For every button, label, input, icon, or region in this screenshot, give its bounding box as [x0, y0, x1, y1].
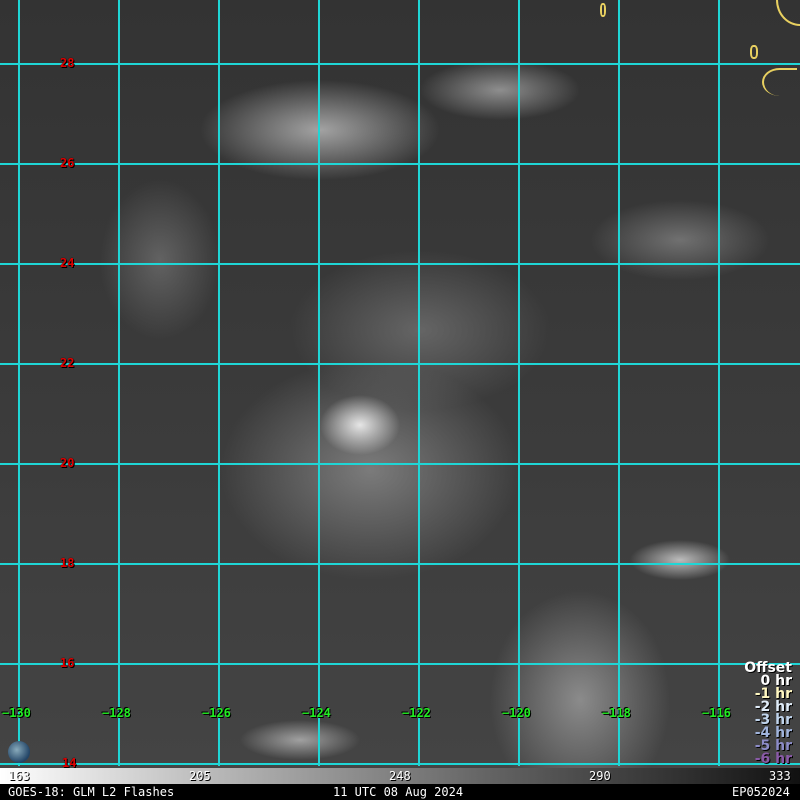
storm-id: EP052024	[732, 785, 790, 799]
latitude-line	[0, 63, 800, 65]
longitude-line	[218, 0, 220, 766]
colorbar-tick: 248	[389, 769, 411, 783]
colorbar-tick: 290	[589, 769, 611, 783]
product-label: GOES-18: GLM L2 Flashes	[8, 785, 175, 799]
longitude-line	[118, 0, 120, 766]
latitude-line	[0, 663, 800, 665]
footer-bar: GOES-18: GLM L2 Flashes 11 UTC 08 Aug 20…	[0, 784, 800, 800]
latitude-line	[0, 363, 800, 365]
legend-item: -6 hr	[754, 751, 792, 767]
latitude-line	[0, 763, 800, 765]
longitude-line	[418, 0, 420, 766]
latitude-label: 16	[60, 656, 75, 670]
coastline	[600, 3, 606, 17]
latitude-line	[0, 563, 800, 565]
globe-icon	[8, 741, 30, 763]
longitude-label: −126	[202, 706, 231, 720]
latitude-label: 18	[60, 556, 75, 570]
longitude-label: −130	[2, 706, 31, 720]
latitude-label: 20	[60, 456, 75, 470]
latitude-label: 28	[60, 56, 75, 70]
latitude-label: 24	[60, 256, 75, 270]
longitude-label: −118	[602, 706, 631, 720]
latitude-line	[0, 263, 800, 265]
cira-logo	[5, 738, 73, 764]
longitude-line	[318, 0, 320, 766]
longitude-line	[618, 0, 620, 766]
longitude-label: −120	[502, 706, 531, 720]
longitude-label: −116	[702, 706, 731, 720]
longitude-line	[718, 0, 720, 766]
longitude-label: −122	[402, 706, 431, 720]
coastline	[750, 45, 758, 59]
latitude-label: 26	[60, 156, 75, 170]
timestamp: 11 UTC 08 Aug 2024	[333, 785, 464, 799]
latitude-line	[0, 463, 800, 465]
longitude-line	[18, 0, 20, 766]
longitude-label: −128	[102, 706, 131, 720]
longitude-line	[518, 0, 520, 766]
colorbar-tick: 205	[189, 769, 211, 783]
longitude-label: −124	[302, 706, 331, 720]
colorbar-tick: 333	[769, 769, 791, 783]
latitude-line	[0, 163, 800, 165]
satellite-viewer: 28 −130 26 −128 24 −126 22 −124 20 −122 18 −120 16 −1…	[0, 0, 800, 800]
colorbar-tick: 163	[8, 769, 30, 783]
satellite-image: 28 −130 26 −128 24 −126 22 −124 20 −122 18 −120 16 −1…	[0, 0, 800, 768]
coastline	[776, 0, 800, 26]
colorbar: 163 205 248 290 333	[0, 768, 800, 784]
latitude-label: 22	[60, 356, 75, 370]
coastline	[762, 68, 797, 96]
offset-legend: Offset 0 hr -1 hr -2 hr -3 hr -4 hr -5 hr -6 h…	[744, 661, 792, 767]
